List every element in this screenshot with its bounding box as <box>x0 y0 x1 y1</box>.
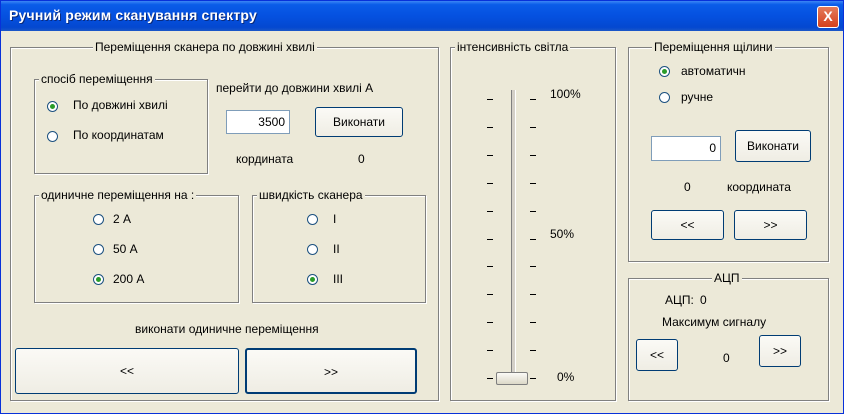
close-button[interactable]: X <box>817 6 839 28</box>
single-step-label: виконати одиничне переміщення <box>135 322 319 336</box>
radio-speed-2-label: II <box>333 242 340 256</box>
radio-step-2[interactable] <box>93 214 104 225</box>
slider-tick <box>487 322 493 323</box>
slider-tick <box>487 266 493 267</box>
slit-coordinate-value: 0 <box>684 180 691 194</box>
radio-speed-1-label: I <box>333 212 337 226</box>
intensity-slider-thumb[interactable] <box>496 372 528 385</box>
radio-by-wavelength[interactable] <box>47 101 58 112</box>
step-back-label: << <box>119 364 134 378</box>
adc-value: 0 <box>700 293 707 307</box>
slider-tick <box>530 155 536 156</box>
radio-step-50[interactable] <box>93 244 104 255</box>
coordinate-value: 0 <box>358 152 365 166</box>
radio-slit-auto[interactable] <box>659 66 670 77</box>
slider-tick <box>530 239 536 240</box>
step-group: одиничне переміщення на : 2 А 50 А 200 А <box>34 188 239 303</box>
radio-step-2-label: 2 А <box>113 212 132 226</box>
radio-speed-3[interactable] <box>307 274 318 285</box>
slider-tick <box>487 155 493 156</box>
execute-wavelength-button[interactable]: Виконати <box>315 107 403 137</box>
radio-by-coordinates-label: По координатам <box>73 128 164 142</box>
slider-tick <box>487 99 493 100</box>
method-group: спосіб переміщення По довжині хвилі По к… <box>34 72 208 174</box>
intensity-group: інтенсивність світла 100% 50% 0% <box>450 40 616 401</box>
radio-slit-manual[interactable] <box>659 92 670 103</box>
radio-slit-manual-label: ручне <box>681 90 714 104</box>
max-signal-label: Максимум сигналу <box>662 315 767 329</box>
coordinate-label: кордината <box>236 152 294 166</box>
radio-step-200[interactable] <box>93 274 104 285</box>
client-area: Переміщення сканера по довжині хвилі спо… <box>4 31 840 409</box>
method-group-title: спосіб переміщення <box>39 72 155 86</box>
slider-tick <box>530 99 536 100</box>
slider-tick <box>487 183 493 184</box>
slider-tick <box>530 211 536 212</box>
adc-forward-label: >> <box>772 344 787 358</box>
window-title: Ручний режим сканування спектру <box>9 7 257 23</box>
slider-tick <box>530 266 536 267</box>
adc-group-title: АЦП <box>712 271 742 285</box>
slider-tick <box>487 378 493 379</box>
slit-coordinate-label: координата <box>727 180 791 194</box>
slit-back-label: << <box>680 218 695 232</box>
movement-group: Переміщення сканера по довжині хвилі спо… <box>10 40 439 401</box>
slit-execute-button[interactable]: Виконати <box>735 130 811 162</box>
radio-by-wavelength-label: По довжині хвилі <box>73 98 168 112</box>
slider-tick <box>530 350 536 351</box>
title-bar[interactable]: Ручний режим сканування спектру X <box>1 1 843 31</box>
adc-back-label: << <box>649 348 664 362</box>
adc-group: АЦП АЦП: 0 Максимум сигналу << 0 >> <box>628 271 829 401</box>
intensity-0-label: 0% <box>557 370 575 384</box>
intensity-50-label: 50% <box>550 227 575 241</box>
radio-by-coordinates[interactable] <box>47 131 58 142</box>
intensity-slider-track[interactable] <box>511 90 516 384</box>
step-forward-label: >> <box>323 365 338 379</box>
slider-tick <box>530 378 536 379</box>
goto-wavelength-label: перейти до довжини хвилі А <box>216 81 374 95</box>
slit-group-title: Переміщення щілини <box>652 40 775 54</box>
radio-step-50-label: 50 А <box>113 242 138 256</box>
adc-back-button[interactable]: << <box>636 339 678 371</box>
movement-group-title: Переміщення сканера по довжині хвилі <box>93 40 317 54</box>
slider-tick <box>487 211 493 212</box>
slit-input[interactable]: 0 <box>651 136 721 161</box>
adc-forward-button[interactable]: >> <box>759 335 801 367</box>
radio-slit-auto-label: автоматичн <box>681 64 746 78</box>
wavelength-input[interactable]: 3500 <box>226 110 290 134</box>
slider-tick <box>487 350 493 351</box>
intensity-group-title: інтенсивність світла <box>455 40 571 54</box>
slit-forward-button[interactable]: >> <box>734 210 807 240</box>
step-forward-button[interactable]: >> <box>245 348 417 394</box>
slit-forward-label: >> <box>763 218 778 232</box>
intensity-100-label: 100% <box>550 87 581 101</box>
execute-wavelength-label: Виконати <box>332 115 385 129</box>
speed-group-title: швидкість сканера <box>257 188 365 202</box>
radio-speed-2[interactable] <box>307 244 318 255</box>
max-signal-value: 0 <box>723 351 730 365</box>
radio-speed-3-label: III <box>333 272 344 286</box>
slider-tick <box>487 239 493 240</box>
slit-execute-label: Виконати <box>746 139 799 153</box>
adc-label: АЦП: <box>665 293 694 307</box>
slider-tick <box>530 322 536 323</box>
slit-group: Переміщення щілини автоматичн ручне 0 Ви… <box>628 40 829 262</box>
close-icon: X <box>823 8 833 24</box>
step-group-title: одиничне переміщення на : <box>39 188 197 202</box>
slider-tick <box>530 183 536 184</box>
slider-tick <box>530 294 536 295</box>
radio-speed-1[interactable] <box>307 214 318 225</box>
step-back-button[interactable]: << <box>15 348 239 394</box>
slit-back-button[interactable]: << <box>651 210 724 240</box>
slider-tick <box>487 127 493 128</box>
slider-tick <box>487 294 493 295</box>
speed-group: швидкість сканера I II III <box>252 188 426 303</box>
slider-tick <box>530 127 536 128</box>
dialog-window: Ручний режим сканування спектру X Перемі… <box>0 0 844 414</box>
radio-step-200-label: 200 А <box>113 272 145 286</box>
